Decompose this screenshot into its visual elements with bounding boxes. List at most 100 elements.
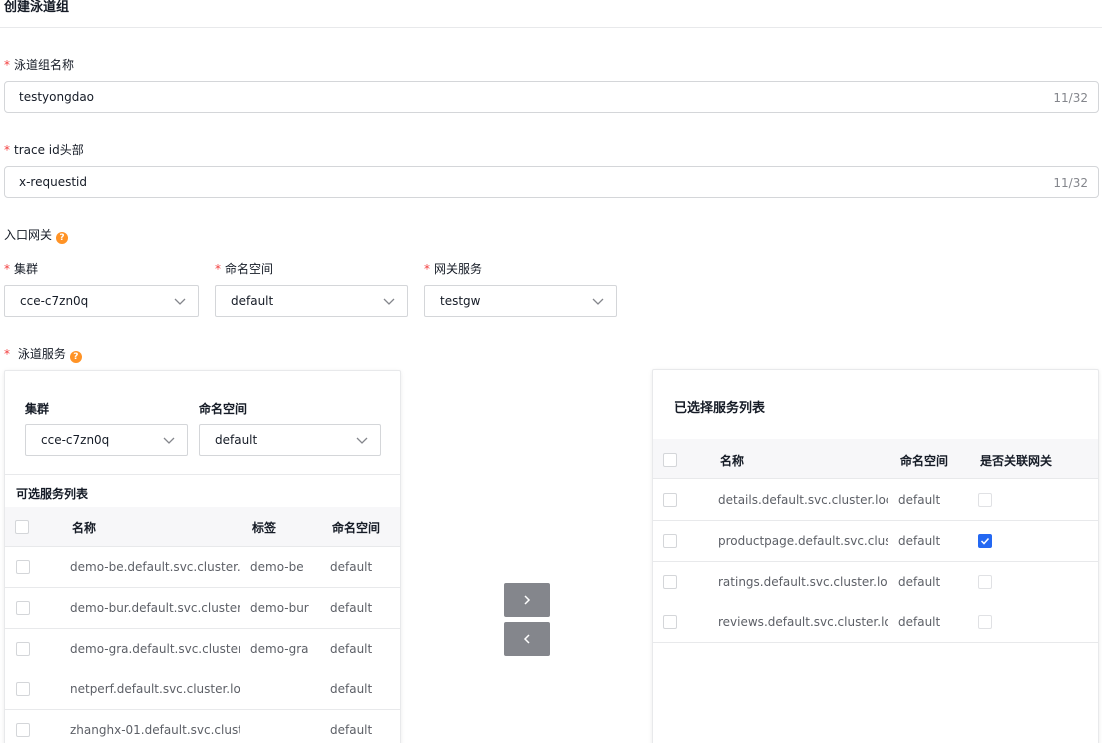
required-mark: * <box>4 143 10 157</box>
chevron-down-icon <box>592 298 604 305</box>
service-tag: demo-be <box>250 560 304 574</box>
service-namespace: default <box>330 682 373 696</box>
available-table-header: 名称 标签 命名空间 <box>5 507 400 547</box>
question-circle-icon[interactable]: ? <box>56 232 69 244</box>
row-checkbox[interactable] <box>663 534 677 548</box>
row-checkbox[interactable] <box>16 642 30 656</box>
available-services-panel: 集群 命名空间 cce-c7zn0q default 可选服务列表 名称 标签 … <box>4 370 401 743</box>
chevron-down-icon <box>356 437 368 444</box>
service-namespace: default <box>898 575 941 589</box>
required-mark: * <box>215 262 221 276</box>
required-mark: * <box>4 347 10 361</box>
available-list-title: 可选服务列表 <box>16 487 89 501</box>
column-header: 标签 <box>252 521 277 535</box>
lane-services-label: * 泳道服务? <box>4 346 82 363</box>
trace-id-header-label: * trace id头部 <box>4 143 84 157</box>
lane-group-name-value: testyongdao <box>19 90 95 104</box>
gateway-service-select[interactable]: testgw <box>424 285 617 317</box>
link-gateway-checkbox[interactable] <box>978 493 992 507</box>
service-tag: demo-bur <box>250 601 309 615</box>
char-counter: 11/32 <box>1053 91 1088 105</box>
table-row[interactable]: reviews.default.svc.cluster.lo... defaul… <box>653 602 1098 643</box>
check-icon <box>980 537 990 545</box>
char-counter: 11/32 <box>1053 176 1088 190</box>
service-name: reviews.default.svc.cluster.lo... <box>718 615 888 629</box>
row-checkbox[interactable] <box>16 601 30 615</box>
question-circle-icon[interactable]: ? <box>69 351 82 363</box>
table-row[interactable]: productpage.default.svc.clus... default <box>653 521 1098 562</box>
row-checkbox[interactable] <box>16 682 30 696</box>
trace-id-header-value: x-requestid <box>19 175 87 189</box>
lane-group-name-label: * 泳道组名称 <box>4 58 75 72</box>
service-namespace: default <box>898 534 941 548</box>
selected-list-title: 已选择服务列表 <box>674 401 766 416</box>
trace-id-header-input[interactable]: x-requestid 11/32 <box>4 166 1099 198</box>
left-namespace-label: 命名空间 <box>199 402 248 416</box>
service-name: demo-be.default.svc.cluster.l... <box>70 560 240 574</box>
select-value: testgw <box>440 294 481 308</box>
row-checkbox[interactable] <box>663 493 677 507</box>
column-header: 是否关联网关 <box>980 454 1053 468</box>
link-gateway-checkbox[interactable] <box>978 575 992 589</box>
column-header: 名称 <box>720 454 745 468</box>
divider <box>5 474 400 475</box>
select-all-checkbox[interactable] <box>663 453 677 467</box>
service-name: demo-gra.default.svc.cluster... <box>70 642 240 656</box>
required-mark: * <box>424 262 430 276</box>
gateway-namespace-label: * 命名空间 <box>215 262 274 276</box>
lane-group-name-input[interactable]: testyongdao 11/32 <box>4 81 1099 113</box>
service-name: demo-bur.default.svc.cluster... <box>70 601 240 615</box>
row-checkbox[interactable] <box>16 723 30 737</box>
service-namespace: default <box>330 601 373 615</box>
ingress-gateway-label: 入口网关? <box>4 227 69 244</box>
column-header: 命名空间 <box>900 454 949 468</box>
chevron-down-icon <box>174 298 186 305</box>
column-header: 命名空间 <box>332 521 381 535</box>
service-name: zhanghx-01.default.svc.clust... <box>70 723 240 737</box>
select-value: default <box>231 294 274 308</box>
service-tag: demo-gra <box>250 642 309 656</box>
chevron-down-icon <box>383 298 395 305</box>
table-row[interactable]: netperf.default.svc.cluster.lo... defaul… <box>5 669 400 710</box>
service-namespace: default <box>330 723 373 737</box>
left-cluster-select[interactable]: cce-c7zn0q <box>25 424 188 456</box>
service-name: netperf.default.svc.cluster.lo... <box>70 682 240 696</box>
service-namespace: default <box>330 560 373 574</box>
required-mark: * <box>4 58 10 72</box>
chevron-right-icon <box>524 595 531 605</box>
service-namespace: default <box>330 642 373 656</box>
link-gateway-checkbox[interactable] <box>978 534 992 548</box>
table-row[interactable]: demo-gra.default.svc.cluster... demo-gra… <box>5 629 400 670</box>
service-name: details.default.svc.cluster.local <box>718 493 888 507</box>
move-right-button[interactable] <box>504 583 550 617</box>
move-left-button[interactable] <box>504 622 550 656</box>
select-all-checkbox[interactable] <box>15 520 29 534</box>
chevron-left-icon <box>523 634 530 644</box>
chevron-down-icon <box>163 437 175 444</box>
required-mark: * <box>4 262 10 276</box>
table-row[interactable]: zhanghx-01.default.svc.clust... default <box>5 710 400 743</box>
select-value: default <box>215 433 258 447</box>
gateway-service-label: * 网关服务 <box>424 262 483 276</box>
service-name: ratings.default.svc.cluster.local <box>718 575 888 589</box>
column-header: 名称 <box>72 521 97 535</box>
page-header: 创建泳道组 <box>0 0 1102 28</box>
gateway-cluster-select[interactable]: cce-c7zn0q <box>4 285 199 317</box>
left-cluster-label: 集群 <box>25 402 50 416</box>
row-checkbox[interactable] <box>663 615 677 629</box>
gateway-namespace-select[interactable]: default <box>215 285 408 317</box>
table-row[interactable]: demo-be.default.svc.cluster.l... demo-be… <box>5 547 400 588</box>
link-gateway-checkbox[interactable] <box>978 615 992 629</box>
selected-table-header: 名称 命名空间 是否关联网关 <box>653 439 1098 479</box>
table-row[interactable]: demo-bur.default.svc.cluster... demo-bur… <box>5 588 400 629</box>
select-value: cce-c7zn0q <box>20 294 89 308</box>
table-row[interactable]: ratings.default.svc.cluster.local defaul… <box>653 562 1098 603</box>
service-namespace: default <box>898 493 941 507</box>
left-namespace-select[interactable]: default <box>199 424 381 456</box>
row-checkbox[interactable] <box>663 575 677 589</box>
row-checkbox[interactable] <box>16 560 30 574</box>
table-row[interactable]: details.default.svc.cluster.local defaul… <box>653 480 1098 521</box>
service-name: productpage.default.svc.clus... <box>718 534 888 548</box>
select-value: cce-c7zn0q <box>41 433 110 447</box>
selected-services-panel: 已选择服务列表 名称 命名空间 是否关联网关 details.default.s… <box>652 369 1099 743</box>
